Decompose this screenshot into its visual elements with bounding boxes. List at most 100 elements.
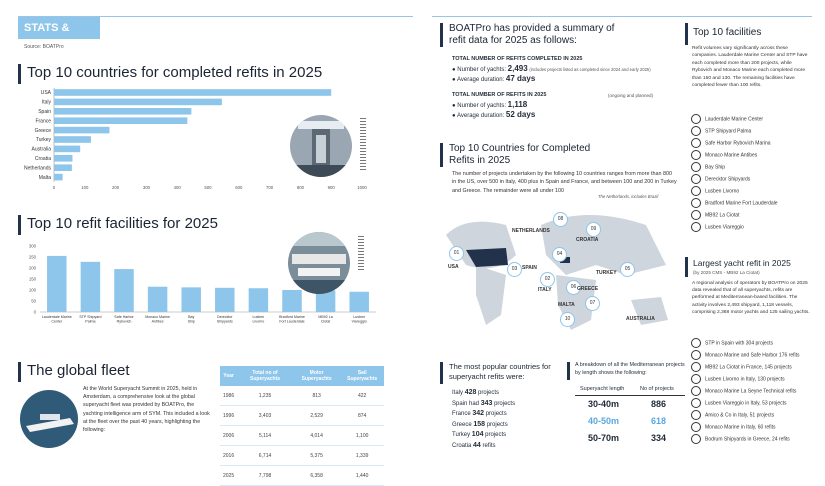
anchor-icon <box>691 434 701 444</box>
map-country-netherlands: NETHERLANDS <box>512 228 550 234</box>
map-marker-03: 03 <box>507 262 522 277</box>
bullet-icon: ● <box>452 103 456 109</box>
completed-duration-value: 47 days <box>505 74 536 83</box>
list-item: STP Shipyard Palma <box>691 126 751 136</box>
list-item: Bodrum Shipyards in Greece, 24 refits <box>691 434 790 444</box>
cell: 874 <box>340 405 384 426</box>
bar <box>248 288 269 312</box>
tick-label: 50 <box>31 299 36 304</box>
list-item: Spain had 343 projects <box>452 399 516 407</box>
tick-label: 600 <box>235 185 243 190</box>
photo-caption-vertical <box>360 118 366 170</box>
col-motor: Motor Superyachts <box>292 366 341 386</box>
list-item: Derecktor Shipyards <box>691 174 750 184</box>
map-body: The number of projects undertaken by the… <box>452 171 677 194</box>
cell: 2006 <box>220 425 238 446</box>
category-label: Croatia <box>35 156 51 162</box>
anchor-icon <box>691 114 701 124</box>
tick-label: 0 <box>34 310 37 315</box>
anchor-icon <box>691 186 701 196</box>
bullet-icon: ● <box>452 67 456 73</box>
shipyard-photo <box>288 232 350 294</box>
list-item: Safe Harbor Rybovich Marina <box>691 138 771 148</box>
anchor-icon <box>691 198 701 208</box>
cell: 5,375 <box>292 445 341 466</box>
bar <box>54 89 332 96</box>
list-item: Lusben Livorno <box>691 186 739 196</box>
anchor-icon <box>691 386 701 396</box>
tick-label: 1000 <box>357 185 367 190</box>
section-marker <box>18 64 21 84</box>
list-item: Croatia 44 refits <box>452 441 496 449</box>
source-label: Source: BOATPro <box>24 44 64 50</box>
length-row-count: 618 <box>651 416 667 426</box>
col-year: Year <box>220 366 238 386</box>
bar <box>54 145 81 153</box>
list-item: Lusben Viareggio <box>691 222 744 232</box>
anchor-icon <box>691 422 701 432</box>
cell: 1,100 <box>340 425 384 446</box>
bar <box>114 269 134 312</box>
map-marker-01: 01 <box>449 246 464 261</box>
cell: 1,235 <box>237 386 293 406</box>
tick-label: 250 <box>29 255 37 260</box>
list-item: Monaco Marine La Seyne Technical refits <box>691 386 796 396</box>
category-label: Lusben Livorno <box>253 315 265 324</box>
table-row: 2025 7,798 6,358 1,440 <box>220 465 384 486</box>
cell: 6,358 <box>292 465 341 486</box>
length-col1: Superyacht length <box>580 386 625 392</box>
cell: 2,529 <box>292 405 341 426</box>
cell: 2025 <box>220 465 238 486</box>
cell: 422 <box>340 386 384 406</box>
largest-title: Largest yacht refit in 2025 <box>693 258 791 268</box>
map-marker-07: 07 <box>585 296 600 311</box>
yacht-image <box>20 390 78 448</box>
tick-label: 900 <box>328 185 336 190</box>
ongoing-duration-label: Average duration: <box>456 113 505 119</box>
anchor-icon <box>691 174 701 184</box>
category-label: Greece <box>35 128 52 134</box>
anchor-icon <box>691 210 701 220</box>
bar <box>215 287 235 312</box>
completed-yachts: ● Number of yachts: 2,493 (includes proj… <box>452 64 651 73</box>
refit-hall-photo <box>290 115 352 177</box>
map-credit: The Netherlands, includes Brazil <box>598 194 659 199</box>
map-marker-08: 08 <box>553 212 568 227</box>
ongoing-yachts: ● Number of yachts: 1,118 <box>452 100 527 109</box>
list-item: Turkey 104 projects <box>452 431 507 438</box>
tick-label: 400 <box>174 185 182 190</box>
tick-label: 200 <box>29 266 37 271</box>
stats-facts-badge: STATS & FACTS <box>18 17 100 56</box>
photo-caption-vertical-2 <box>358 236 364 272</box>
bar <box>54 136 91 143</box>
map-country-turkey: TURKEY <box>596 270 617 276</box>
largest-subtitle: (by 2025 CMS - MB92 La Ciotat) <box>693 270 760 275</box>
length-col2: No of projects <box>640 386 674 392</box>
list-item: MB92 La Ciotat <box>691 210 739 220</box>
length-row: 50-70m <box>588 433 620 443</box>
completed-duration-label: Average duration: <box>456 77 505 83</box>
map-country-italy: ITALY <box>538 287 552 293</box>
section-marker <box>567 362 570 380</box>
tick-label: 200 <box>112 185 120 190</box>
facilities-title: Top 10 refit facilities for 2025 <box>27 215 218 232</box>
map-country-spain: SPAIN <box>522 265 537 271</box>
map-marker-10: 10 <box>560 312 575 327</box>
fleet-table: Year Total no of Superyachts Motor Super… <box>220 366 384 486</box>
map-country-usa: USA <box>448 264 459 270</box>
section-marker <box>440 362 443 384</box>
cell: 1,440 <box>340 465 384 486</box>
tick-label: 100 <box>81 185 89 190</box>
list-item: Lusben Livorno in Italy, 130 projects <box>691 374 785 384</box>
category-label: Bradford Marine Fort Lauderdale <box>279 315 305 324</box>
list-item: Greece 158 projects <box>452 420 508 428</box>
list-item: Monaco Marine and Safe Harbor 176 refits <box>691 350 800 360</box>
cell: 7,798 <box>237 465 293 486</box>
map-marker-02: 02 <box>540 272 555 287</box>
length-rule <box>575 395 685 396</box>
list-item: Lauderdale Marine Center <box>691 114 763 124</box>
category-label: Spain <box>38 109 51 115</box>
section-marker <box>685 257 688 277</box>
length-row-count: 886 <box>651 399 667 409</box>
length-row: 40-50m <box>588 416 620 426</box>
